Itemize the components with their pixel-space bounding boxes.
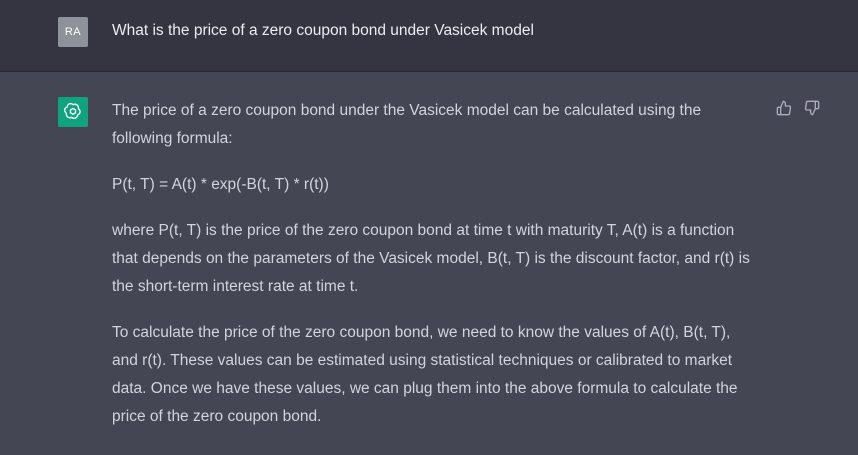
assistant-answer: The price of a zero coupon bond under th… — [112, 97, 752, 449]
user-avatar: RA — [58, 17, 88, 47]
openai-logo-icon — [58, 97, 88, 127]
assistant-message-row: The price of a zero coupon bond under th… — [0, 72, 858, 455]
formula-paragraph: P(t, T) = A(t) * exp(-B(t, T) * r(t)) — [112, 176, 329, 193]
answer-paragraph: where P(t, T) is the price of the zero c… — [112, 222, 750, 295]
thumbs-up-icon[interactable] — [776, 100, 792, 116]
answer-paragraph: The price of a zero coupon bond under th… — [112, 102, 702, 147]
user-message-text: What is the price of a zero coupon bond … — [112, 22, 534, 39]
thumbs-down-icon[interactable] — [804, 100, 820, 116]
answer-paragraph: To calculate the price of the zero coupo… — [112, 324, 738, 425]
feedback-buttons — [776, 100, 820, 116]
user-message-row: RA What is the price of a zero coupon bo… — [0, 0, 858, 72]
